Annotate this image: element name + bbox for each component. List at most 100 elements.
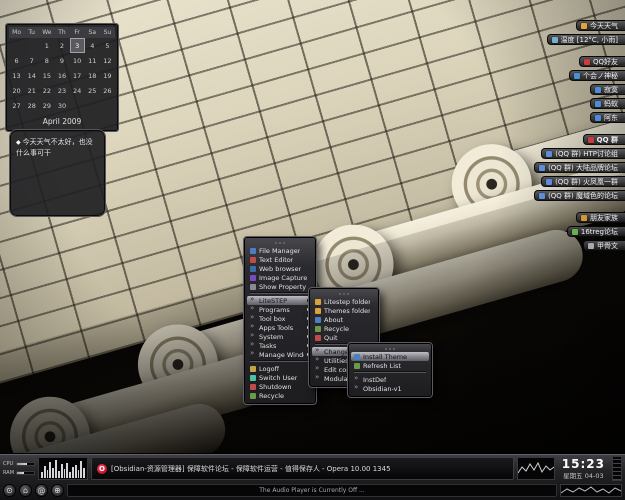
- buddy-item[interactable]: 蚂蚁: [590, 98, 625, 109]
- calendar-day-cell[interactable]: 15: [39, 68, 54, 83]
- calendar-day-cell[interactable]: 14: [24, 68, 39, 83]
- equalizer-bar: [49, 462, 51, 478]
- calendar-day-cell[interactable]: 18: [85, 68, 100, 83]
- buddy-item[interactable]: 温度 [12°C, 小雨]: [547, 34, 625, 45]
- home-icon[interactable]: ⌂: [19, 484, 32, 497]
- buddy-item[interactable]: (QQ 群) 火凤凰一群: [541, 176, 625, 187]
- menu-item[interactable]: InstDef: [351, 375, 429, 384]
- calendar-day-cell[interactable]: 1: [39, 38, 54, 53]
- calendar-day-cell[interactable]: 26: [100, 83, 115, 98]
- install-theme-icon: [354, 354, 360, 360]
- calendar-day-cell[interactable]: 30: [54, 98, 69, 113]
- menu-item[interactable]: Text Editor: [247, 255, 313, 264]
- taskbar-task-button[interactable]: O [Obsidian-资源管理器] 保障软件论坛 - 保障软件运营 - 值得保…: [91, 457, 514, 480]
- menu-item[interactable]: Install Theme: [351, 352, 429, 361]
- ram-meter: [16, 471, 35, 475]
- power-icon[interactable]: ⊙: [3, 484, 16, 497]
- menu-item[interactable]: Litestep folder: [312, 297, 376, 306]
- buddy-item[interactable]: 今天天气: [576, 20, 625, 31]
- cpu-history-graph: [517, 457, 555, 480]
- menu-item[interactable]: System: [247, 332, 313, 341]
- buddy-item[interactable]: 阿东: [590, 112, 625, 123]
- calendar-day-cell[interactable]: 7: [24, 53, 39, 68]
- at-icon[interactable]: @: [35, 484, 48, 497]
- menu-item[interactable]: LiteSTEP: [247, 296, 313, 305]
- buddy-item[interactable]: 16treg论坛: [567, 226, 625, 237]
- calendar-day-cell[interactable]: 22: [39, 83, 54, 98]
- calendar-day-cell[interactable]: 13: [9, 68, 24, 83]
- menu-item[interactable]: Image Capture: [247, 273, 313, 282]
- calendar-day-cell[interactable]: 6: [9, 53, 24, 68]
- calendar-day-cell[interactable]: [100, 98, 115, 113]
- calendar-day-cell[interactable]: 17: [70, 68, 85, 83]
- calendar-day-cell[interactable]: [85, 98, 100, 113]
- menu-grip[interactable]: [351, 346, 429, 351]
- menu-item[interactable]: Tool box: [247, 314, 313, 323]
- menu-item[interactable]: Switch User: [247, 373, 313, 382]
- buddy-item[interactable]: QQ好友: [579, 56, 625, 67]
- taskbar-side-grip[interactable]: [612, 456, 622, 481]
- calendar-day-cell[interactable]: 27: [9, 98, 24, 113]
- calendar-day-cell[interactable]: 3: [70, 38, 85, 53]
- calendar-day-cell[interactable]: [24, 38, 39, 53]
- buddy-item[interactable]: 朋友家族: [576, 212, 625, 223]
- menu-item[interactable]: Manage Windows: [247, 350, 313, 359]
- calendar-day-cell[interactable]: 9: [54, 53, 69, 68]
- calendar-day-cell[interactable]: 25: [85, 83, 100, 98]
- calendar-day-cell[interactable]: 10: [70, 53, 85, 68]
- menu-item[interactable]: Refresh List: [351, 361, 429, 370]
- menu-item[interactable]: Logoff: [247, 364, 313, 373]
- menu-item[interactable]: Web browser: [247, 264, 313, 273]
- taskbar-bottom-row: ⊙⌂@⊕ The Audio Player is Currently Off .…: [0, 483, 625, 500]
- menu-item[interactable]: Show Property: [247, 282, 313, 291]
- buddy-label: 蚂蚁: [604, 99, 618, 109]
- calendar-day-cell[interactable]: [70, 98, 85, 113]
- calendar-day-cell[interactable]: 5: [100, 38, 115, 53]
- menu-grip[interactable]: [247, 240, 313, 245]
- menu-item-label: Switch User: [259, 374, 297, 382]
- clock-widget[interactable]: 15:23 星期五 04-03: [558, 458, 609, 480]
- cpu-label: CPU: [3, 461, 14, 467]
- menu-item[interactable]: Recycle: [312, 324, 376, 333]
- calendar-day-cell[interactable]: 8: [39, 53, 54, 68]
- menu-item[interactable]: [354, 371, 426, 374]
- menu-item[interactable]: [250, 292, 310, 295]
- menu-item[interactable]: Recycle: [247, 391, 313, 400]
- buddy-item[interactable]: QQ 群: [583, 134, 625, 145]
- menu-item[interactable]: Obsidian-v1: [351, 384, 429, 393]
- buddy-item[interactable]: 个会ノ神秘: [569, 70, 625, 81]
- calendar-day-cell[interactable]: 29: [39, 98, 54, 113]
- menu-item[interactable]: File Manager: [247, 246, 313, 255]
- audio-player-status[interactable]: The Audio Player is Currently Off ...: [67, 484, 557, 497]
- buddy-item[interactable]: 甲骨文: [583, 240, 625, 251]
- menu-item-label: Image Capture: [259, 274, 307, 282]
- buddy-item[interactable]: (QQ 群) 大陆品牌论坛: [534, 162, 625, 173]
- menu-grip[interactable]: [312, 291, 376, 296]
- calendar-day-cell[interactable]: 23: [54, 83, 69, 98]
- menu-item[interactable]: Shutdown: [247, 382, 313, 391]
- calendar-day-cell[interactable]: 21: [24, 83, 39, 98]
- menu-item-icon: [354, 386, 360, 392]
- buddy-item[interactable]: 寂寞: [590, 84, 625, 95]
- menu-item[interactable]: Quit: [312, 333, 376, 342]
- calendar-day-cell[interactable]: 12: [100, 53, 115, 68]
- calendar-day-cell[interactable]: 16: [54, 68, 69, 83]
- menu-item[interactable]: [250, 360, 310, 363]
- buddy-item[interactable]: (QQ 群) HTP讨论组: [541, 148, 625, 159]
- calendar-day-cell[interactable]: 20: [9, 83, 24, 98]
- calendar-day-cell[interactable]: 4: [85, 38, 100, 53]
- calendar-day-cell[interactable]: 11: [85, 53, 100, 68]
- calendar-day-cell[interactable]: 19: [100, 68, 115, 83]
- menu-item[interactable]: Tasks: [247, 341, 313, 350]
- menu-item[interactable]: Themes folder: [312, 306, 376, 315]
- calendar-day-cell[interactable]: 24: [70, 83, 85, 98]
- calendar-day-cell[interactable]: 2: [54, 38, 69, 53]
- calendar-day-cell[interactable]: 28: [24, 98, 39, 113]
- calendar-day-cell[interactable]: [9, 38, 24, 53]
- globe-icon[interactable]: ⊕: [51, 484, 64, 497]
- menu-item[interactable]: Apps Tools: [247, 323, 313, 332]
- text-editor-icon: [250, 257, 256, 263]
- menu-item[interactable]: About: [312, 315, 376, 324]
- menu-item[interactable]: Programs: [247, 305, 313, 314]
- buddy-item[interactable]: (QQ 群) 魔域色的论坛: [534, 190, 625, 201]
